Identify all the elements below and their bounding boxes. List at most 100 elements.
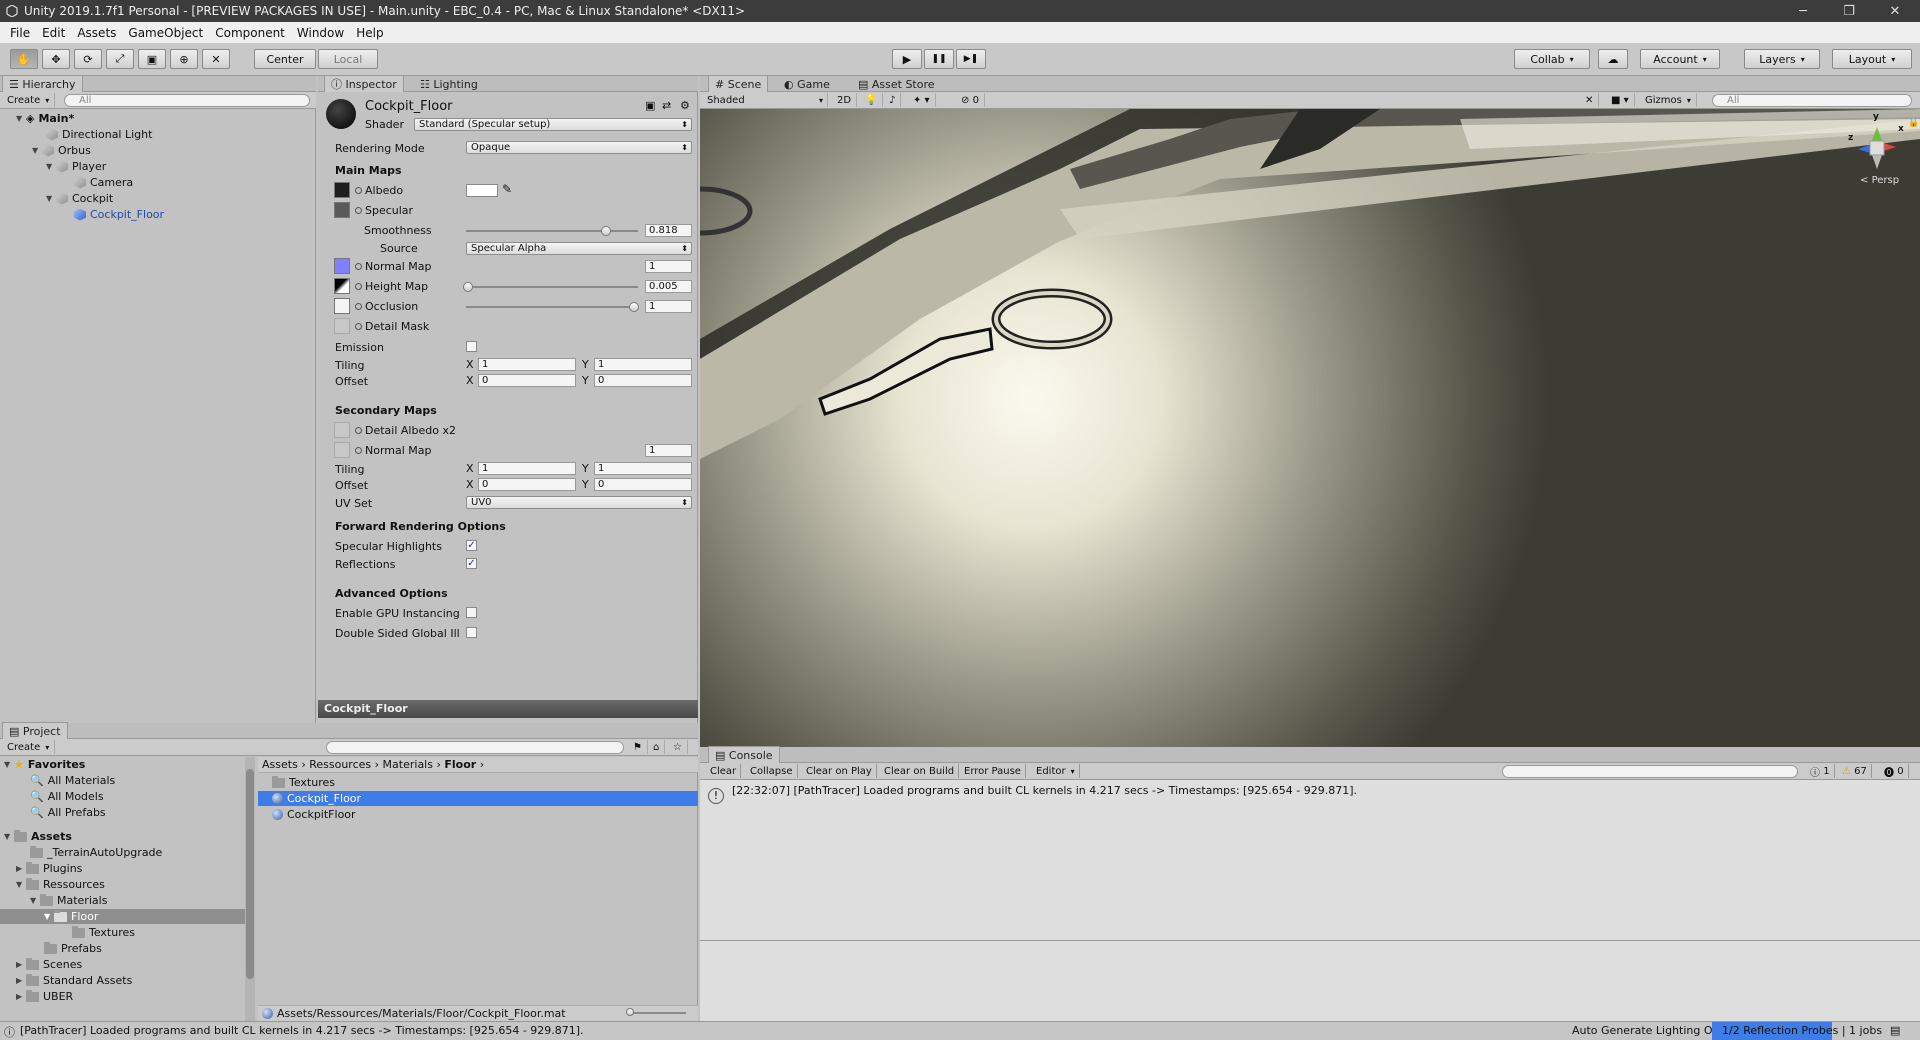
scrollbar-thumb[interactable] (246, 769, 254, 979)
occlusion-slider-handle[interactable] (629, 302, 639, 312)
tab-console[interactable]: ▤ Console (708, 746, 780, 763)
normal-map-texture-slot[interactable] (334, 258, 350, 274)
detail-mask-picker-icon[interactable] (355, 323, 362, 330)
tiling-x-field[interactable]: 1 (478, 358, 576, 371)
specular-texture-slot[interactable] (334, 202, 350, 218)
collapse-arrow-icon[interactable]: ▶ (16, 960, 26, 969)
detail-albedo-texture-slot[interactable] (334, 422, 350, 438)
file-cockpit-floor-selected[interactable]: Cockpit_Floor (258, 791, 698, 806)
folder-standard-assets[interactable]: ▶ Standard Assets (16, 973, 132, 988)
expand-arrow-icon[interactable]: ▼ (46, 162, 56, 171)
tab-asset-store[interactable]: ▤ Asset Store (852, 76, 941, 92)
hierarchy-item-directional-light[interactable]: Directional Light (46, 127, 152, 142)
folder-prefabs[interactable]: Prefabs (44, 941, 102, 956)
project-tree-scrollbar[interactable] (245, 757, 255, 1021)
menu-window[interactable]: Window (291, 26, 350, 40)
expand-arrow-icon[interactable]: ▼ (46, 194, 56, 203)
breadcrumb-ressources[interactable]: Ressources (309, 758, 371, 771)
scene-root[interactable]: ▼ ◈ Main* (16, 111, 74, 126)
tab-inspector[interactable]: ⓘ Inspector (324, 75, 404, 92)
transform-tool-icon[interactable]: ⊕ (170, 49, 198, 69)
icon-size-slider-handle[interactable] (626, 1008, 634, 1016)
expand-arrow-icon[interactable]: ▼ (4, 832, 14, 841)
folder-scenes[interactable]: ▶ Scenes (16, 957, 82, 972)
hidden-objects-icon[interactable]: ⊘ 0 (956, 93, 985, 107)
specular-picker-icon[interactable] (355, 207, 362, 214)
error-filter-button[interactable]: ⓿ 0 (1880, 764, 1909, 779)
height-map-texture-slot[interactable] (334, 278, 350, 294)
detail-albedo-picker-icon[interactable] (355, 427, 362, 434)
height-map-picker-icon[interactable] (355, 283, 362, 290)
scene-search-input[interactable]: All (1712, 94, 1912, 107)
cloud-icon[interactable]: ☁ (1598, 49, 1628, 69)
tiling2-y-field[interactable]: 1 (594, 462, 692, 475)
rendering-mode-dropdown[interactable]: Opaque (466, 141, 692, 154)
console-search-input[interactable] (1502, 765, 1798, 778)
layout-dropdown[interactable]: Layout (1832, 49, 1912, 69)
folder-plugins[interactable]: ▶ Plugins (16, 861, 82, 876)
source-dropdown[interactable]: Specular Alpha (466, 242, 692, 255)
collab-button[interactable]: Collab (1514, 49, 1590, 69)
persp-label[interactable]: < Persp (1860, 175, 1899, 186)
hierarchy-item-cockpit-floor[interactable]: Cockpit_Floor (74, 207, 164, 222)
console-log-entry[interactable]: ! [22:32:07] [PathTracer] Loaded program… (700, 782, 1920, 810)
file-cockpitfloor[interactable]: CockpitFloor (272, 807, 356, 822)
height-map-value-field[interactable]: 0.005 (645, 280, 692, 293)
minimize-button[interactable]: ─ (1780, 0, 1826, 22)
rotate-tool-icon[interactable]: ⟳ (74, 49, 102, 69)
menu-assets[interactable]: Assets (71, 26, 122, 40)
step-button[interactable]: ▶❚ (956, 49, 986, 69)
hierarchy-item-orbus[interactable]: ▼ Orbus (32, 143, 91, 158)
menu-help[interactable]: Help (350, 26, 389, 40)
camera-settings-icon[interactable]: ■ ▾ (1606, 93, 1635, 107)
expand-arrow-icon[interactable]: ▼ (32, 146, 42, 155)
icon-size-slider[interactable] (630, 1012, 686, 1014)
double-sided-gi-checkbox[interactable] (466, 627, 477, 638)
expand-arrow-icon[interactable]: ▼ (4, 760, 14, 769)
console-collapse-button[interactable]: Collapse (746, 764, 798, 778)
detail-normal-map-texture-slot[interactable] (334, 442, 350, 458)
project-create-button[interactable]: Create (2, 740, 56, 754)
scene-orientation-gizmo[interactable] (1852, 123, 1902, 173)
expand-arrow-icon[interactable]: ▼ (16, 114, 26, 123)
gpu-instancing-checkbox[interactable] (466, 607, 477, 618)
folder-textures[interactable]: Textures (72, 925, 135, 940)
breadcrumb-materials[interactable]: Materials (383, 758, 433, 771)
expand-arrow-icon[interactable]: ▼ (30, 896, 40, 905)
expand-arrow-icon[interactable]: ▼ (44, 912, 54, 921)
hand-tool-icon[interactable]: ✋ (10, 49, 38, 69)
pivot-center-button[interactable]: Center (254, 49, 316, 69)
folder-materials[interactable]: ▼ Materials (30, 893, 107, 908)
scale-tool-icon[interactable]: ⤢ (106, 49, 134, 69)
tab-project[interactable]: ▤ Project (2, 722, 68, 739)
collapse-arrow-icon[interactable]: ▶ (16, 864, 26, 873)
console-error-pause-button[interactable]: Error Pause (960, 764, 1026, 778)
folder-ressources[interactable]: ▼ Ressources (16, 877, 105, 892)
height-map-slider-handle[interactable] (463, 282, 473, 292)
favorite-star-icon[interactable]: ☆ (668, 740, 688, 754)
collapse-arrow-icon[interactable]: ▶ (16, 992, 26, 1001)
specular-highlights-checkbox[interactable]: ✓ (466, 540, 477, 551)
detail-mask-texture-slot[interactable] (334, 318, 350, 334)
hierarchy-search-input[interactable]: All (64, 94, 310, 107)
detail-normal-map-picker-icon[interactable] (355, 447, 362, 454)
layers-dropdown[interactable]: Layers (1744, 49, 1820, 69)
reflections-checkbox[interactable]: ✓ (466, 558, 477, 569)
project-search-input[interactable] (326, 741, 624, 754)
move-tool-icon[interactable]: ✥ (42, 49, 70, 69)
folder-terrain-auto-upgrade[interactable]: _TerrainAutoUpgrade (30, 845, 162, 860)
help-icon[interactable]: ▣ (645, 99, 655, 112)
folder-uber[interactable]: ▶ UBER (16, 989, 73, 1004)
tools-icon[interactable]: ✕ (1580, 93, 1600, 107)
console-clear-on-play-button[interactable]: Clear on Play (802, 764, 877, 778)
lighting-toggle-icon[interactable]: 💡 (860, 93, 884, 107)
breadcrumb-assets[interactable]: Assets (262, 758, 298, 771)
settings-gear-icon[interactable]: ⚙ (680, 99, 690, 112)
console-clear-button[interactable]: Clear (706, 764, 742, 778)
menu-gameobject[interactable]: GameObject (122, 26, 209, 40)
hierarchy-item-player[interactable]: ▼ Player (46, 159, 106, 174)
console-editor-dropdown[interactable]: Editor (1032, 764, 1080, 778)
albedo-color-swatch[interactable] (466, 184, 498, 197)
height-map-slider-track[interactable] (466, 286, 638, 288)
tab-game[interactable]: ◐ Game (778, 76, 836, 92)
